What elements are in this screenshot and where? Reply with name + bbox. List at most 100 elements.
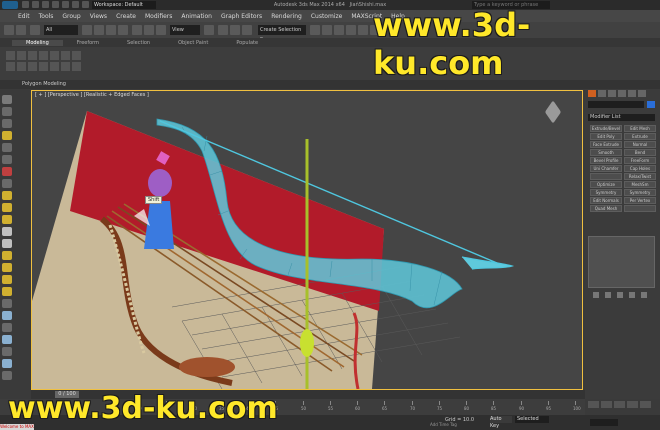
tool-icon[interactable] xyxy=(2,119,12,128)
ribbon-tool[interactable] xyxy=(50,62,59,71)
auto-key-button[interactable]: Auto Key xyxy=(490,416,512,429)
sphere-icon[interactable] xyxy=(2,227,12,236)
tool-icon[interactable] xyxy=(2,299,12,308)
tab-selection[interactable]: Selection xyxy=(113,40,164,46)
modifier-button[interactable]: Bend xyxy=(624,149,656,156)
align-icon[interactable] xyxy=(322,25,332,35)
hierarchy-tab-icon[interactable] xyxy=(608,90,616,97)
reference-coord-dropdown[interactable]: View xyxy=(170,25,200,35)
menu-graph-editors[interactable]: Graph Editors xyxy=(221,13,262,20)
modifier-button[interactable]: Optimize xyxy=(590,181,622,188)
sphere-icon[interactable] xyxy=(2,263,12,272)
perspective-viewport[interactable]: [ + ] [Perspective ] [Realistic + Edged … xyxy=(31,90,583,390)
percent-snap-icon[interactable] xyxy=(242,25,252,35)
modifier-button[interactable]: Symmetry xyxy=(624,189,656,196)
menu-group[interactable]: Group xyxy=(62,13,80,20)
tool-icon[interactable] xyxy=(2,347,12,356)
ribbon-tool[interactable] xyxy=(50,51,59,60)
ribbon-tool[interactable] xyxy=(72,62,81,71)
material-editor-icon[interactable] xyxy=(358,25,368,35)
menu-edit[interactable]: Edit xyxy=(18,13,30,20)
tool-icon[interactable] xyxy=(2,179,12,188)
move-icon[interactable] xyxy=(132,25,142,35)
ribbon-tool[interactable] xyxy=(28,62,37,71)
goto-start-icon[interactable] xyxy=(588,401,599,408)
modifier-button[interactable]: Symmetry xyxy=(590,189,622,196)
ribbon-tool[interactable] xyxy=(39,51,48,60)
curve-editor-icon[interactable] xyxy=(346,25,356,35)
scale-icon[interactable] xyxy=(156,25,166,35)
tool-icon[interactable] xyxy=(2,311,12,320)
tab-object-paint[interactable]: Object Paint xyxy=(164,40,222,46)
object-color-swatch[interactable] xyxy=(647,101,655,108)
pivot-icon[interactable] xyxy=(204,25,214,35)
modifier-button[interactable]: Uni Chamfer xyxy=(590,165,622,172)
sphere-icon[interactable] xyxy=(2,251,12,260)
sphere-icon[interactable] xyxy=(2,287,12,296)
modifier-button[interactable]: FreeForm xyxy=(624,157,656,164)
ribbon-tool[interactable] xyxy=(17,51,26,60)
tab-freeform[interactable]: Freeform xyxy=(63,40,113,46)
current-frame-field[interactable] xyxy=(590,419,618,426)
modifier-button[interactable] xyxy=(590,173,622,180)
modifier-button[interactable]: Edit Mesh xyxy=(624,125,656,132)
tab-modeling[interactable]: Modeling xyxy=(12,39,63,46)
tab-populate[interactable]: Populate xyxy=(222,40,272,46)
modifier-button[interactable]: Bevel Profile xyxy=(590,157,622,164)
select-by-name-icon[interactable] xyxy=(94,25,104,35)
modifier-button[interactable]: Extrude xyxy=(624,133,656,140)
ribbon-tool[interactable] xyxy=(61,51,70,60)
display-tab-icon[interactable] xyxy=(628,90,636,97)
ribbon-tool[interactable] xyxy=(61,62,70,71)
object-name-field[interactable] xyxy=(588,101,644,108)
menu-customize[interactable]: Customize xyxy=(311,13,343,20)
modifier-button[interactable]: Edit Normals xyxy=(590,197,622,204)
mirror-icon[interactable] xyxy=(310,25,320,35)
modifier-button[interactable]: Relax/Twist xyxy=(624,173,656,180)
modifier-list-dropdown[interactable]: Modifier List xyxy=(588,114,655,121)
menu-modifiers[interactable]: Modifiers xyxy=(145,13,172,20)
show-end-result-icon[interactable] xyxy=(605,292,611,298)
layer-icon[interactable] xyxy=(334,25,344,35)
create-tab-icon[interactable] xyxy=(588,90,596,97)
tool-icon[interactable] xyxy=(2,107,12,116)
utilities-tab-icon[interactable] xyxy=(638,90,646,97)
modifier-button[interactable]: Cap Holes xyxy=(624,165,656,172)
key-filter-dropdown[interactable]: Selected xyxy=(515,416,549,423)
modifier-button[interactable]: Quad Mesh xyxy=(590,205,622,212)
next-frame-icon[interactable] xyxy=(627,401,638,408)
link-icon[interactable] xyxy=(30,25,40,35)
ribbon-tool[interactable] xyxy=(28,51,37,60)
modifier-button[interactable] xyxy=(624,205,656,212)
menu-rendering[interactable]: Rendering xyxy=(271,13,302,20)
modifier-button[interactable]: Smooth xyxy=(590,149,622,156)
ribbon-tool[interactable] xyxy=(17,62,26,71)
ribbon-tool[interactable] xyxy=(39,62,48,71)
paint-icon[interactable] xyxy=(2,167,12,176)
tool-icon[interactable] xyxy=(2,335,12,344)
undo-icon[interactable] xyxy=(4,25,14,35)
light-icon[interactable] xyxy=(2,131,12,140)
modifier-button[interactable]: MeshSm xyxy=(624,181,656,188)
region-select-icon[interactable] xyxy=(106,25,116,35)
prev-frame-icon[interactable] xyxy=(601,401,612,408)
tool-icon[interactable] xyxy=(2,143,12,152)
remove-modifier-icon[interactable] xyxy=(629,292,635,298)
sphere-icon[interactable] xyxy=(2,275,12,284)
viewport-label[interactable]: [ + ] [Perspective ] [Realistic + Edged … xyxy=(35,92,149,98)
play-icon[interactable] xyxy=(614,401,625,408)
tool-icon[interactable] xyxy=(2,371,12,380)
menu-animation[interactable]: Animation xyxy=(181,13,212,20)
modifier-button[interactable]: Per Vertex xyxy=(624,197,656,204)
modifier-button[interactable]: Normal xyxy=(624,141,656,148)
menu-create[interactable]: Create xyxy=(116,13,136,20)
ribbon-tool[interactable] xyxy=(72,51,81,60)
rotate-icon[interactable] xyxy=(144,25,154,35)
sphere-icon[interactable] xyxy=(2,191,12,200)
goto-end-icon[interactable] xyxy=(640,401,651,408)
menu-views[interactable]: Views xyxy=(90,13,107,20)
modify-tab-icon[interactable] xyxy=(598,90,606,97)
angle-snap-icon[interactable] xyxy=(230,25,240,35)
sphere-icon[interactable] xyxy=(2,239,12,248)
snap-icon[interactable] xyxy=(218,25,228,35)
